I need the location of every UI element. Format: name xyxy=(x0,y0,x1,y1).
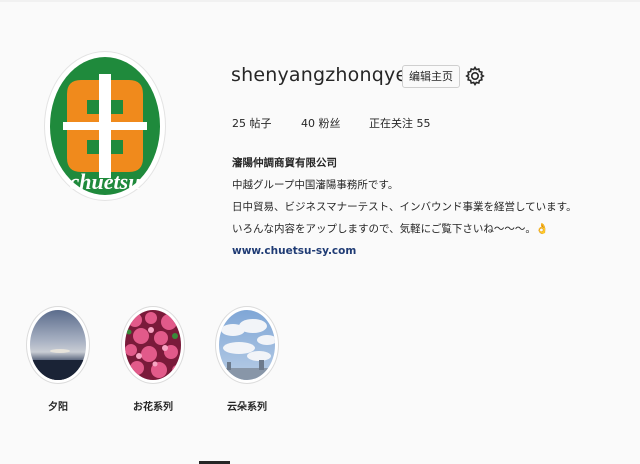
followers-count[interactable]: 40 粉丝 xyxy=(301,115,341,131)
highlight-flowers[interactable]: お花系列 xyxy=(111,306,195,413)
bio-line: 中越グループ中国瀋陽事務所です。 xyxy=(232,179,399,191)
highlight-cover-ring xyxy=(215,306,279,384)
ok-hand-emoji: 👌 xyxy=(535,223,549,235)
settings-gear-icon[interactable] xyxy=(463,64,487,88)
logo-wordmark: chuetsu xyxy=(70,169,141,194)
profile-username: shenyangzhonqye xyxy=(231,64,408,86)
highlight-label: 云朵系列 xyxy=(227,402,267,413)
chuetsu-logo: chuetsu xyxy=(50,57,160,195)
highlight-label: 夕阳 xyxy=(48,402,68,413)
posts-count: 25 帖子 xyxy=(232,117,272,130)
top-divider xyxy=(0,0,640,2)
highlight-cover-ring xyxy=(26,306,90,384)
bio-line: いろんな内容をアップしますので、気軽にご覧下さいね～～～。 xyxy=(232,223,536,235)
highlight-label: お花系列 xyxy=(133,402,173,413)
edit-profile-button[interactable]: 编辑主页 xyxy=(402,65,460,88)
clouds-cover-image xyxy=(219,310,275,380)
bio-website-link[interactable]: www.chuetsu-sy.com xyxy=(232,240,577,262)
profile-bio: 瀋陽仲調商貿有限公司 中越グループ中国瀋陽事務所です。 日中貿易、ビジネスマナー… xyxy=(232,152,577,262)
following-count[interactable]: 正在关注 55 xyxy=(369,115,431,131)
highlight-cover-ring xyxy=(121,306,185,384)
sunset-cover-image xyxy=(30,310,86,380)
flowers-cover-image xyxy=(125,310,181,380)
highlight-sunset[interactable]: 夕阳 xyxy=(16,306,100,413)
bio-name: 瀋陽仲調商貿有限公司 xyxy=(232,157,337,169)
highlight-clouds[interactable]: 云朵系列 xyxy=(205,306,289,413)
bio-line: 日中貿易、ビジネスマナーテスト、インバウンド事業を経営しています。 xyxy=(232,201,577,213)
